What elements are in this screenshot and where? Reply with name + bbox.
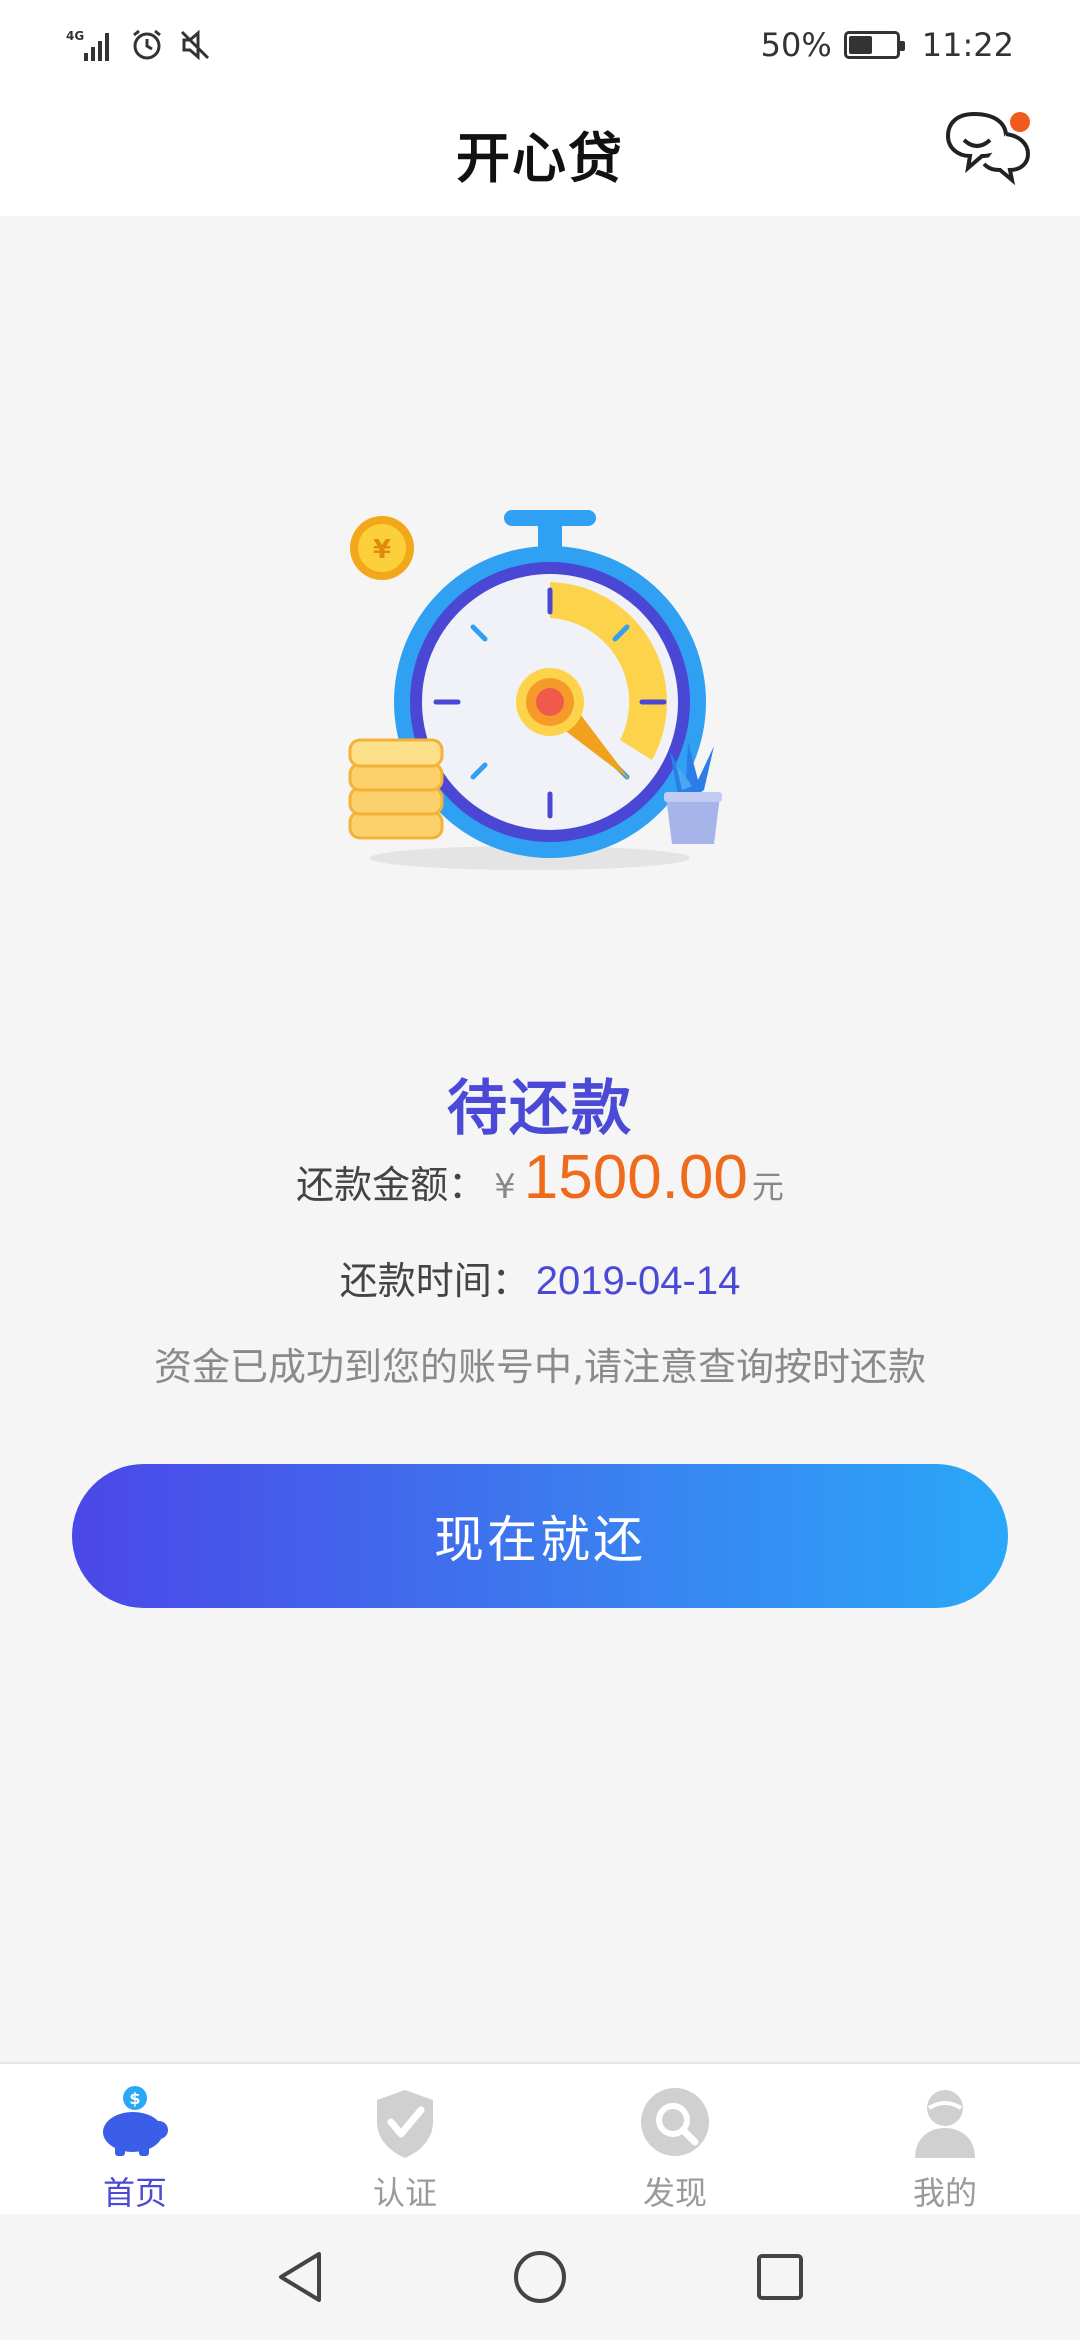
user-icon	[915, 2090, 975, 2158]
home-button[interactable]	[510, 2247, 570, 2307]
recents-square-icon	[757, 2254, 803, 2300]
repayment-amount: 1500.00	[523, 1143, 748, 1212]
nav-label-verify: 认证	[372, 2174, 437, 2212]
app-header: 开心贷	[0, 90, 1080, 216]
repay-now-button[interactable]: 现在就还	[72, 1464, 1008, 1608]
screen: 4G 50% 11:22 开心贷 ¥ 待还款 还款金额： ¥ 1500.00 元…	[0, 0, 1080, 2340]
discover-icon	[641, 2088, 709, 2156]
nav-label-mine: 我的	[912, 2174, 977, 2212]
piggy-bank-icon: $	[103, 2086, 168, 2156]
back-button[interactable]	[270, 2247, 330, 2307]
nav-item-discover[interactable]: 发现	[540, 2064, 810, 2214]
signal-icon: 4G	[66, 29, 109, 61]
svg-text:$: $	[129, 2089, 140, 2108]
repayment-status-title: 待还款	[447, 1074, 633, 1144]
home-circle-icon	[514, 2251, 566, 2303]
back-triangle-icon	[279, 2252, 321, 2302]
notice-text: 资金已成功到您的账号中,请注意查询按时还款	[153, 1345, 927, 1389]
system-nav-bar	[0, 2214, 1080, 2340]
clock: 11:22	[921, 26, 1014, 64]
shield-check-icon	[377, 2090, 433, 2158]
message-button[interactable]	[944, 106, 1036, 186]
bottom-nav: $ 首页 认证 发现 我的	[0, 2062, 1080, 2214]
nav-item-home[interactable]: $ 首页	[0, 2064, 270, 2214]
status-icons-right: 50% 11:22	[761, 26, 1014, 64]
battery-fill	[848, 36, 872, 54]
nav-label-discover: 发现	[642, 2174, 707, 2212]
page-title: 开心贷	[456, 126, 624, 190]
date-row: 还款时间： 2019-04-14	[0, 1250, 1080, 1310]
mute-icon	[180, 29, 210, 61]
status-icons-left: 4G	[66, 27, 212, 63]
notification-dot	[1010, 112, 1030, 132]
repayment-date: 2019-04-14	[535, 1259, 741, 1303]
recents-button[interactable]	[750, 2247, 810, 2307]
svg-text:¥: ¥	[373, 535, 391, 565]
coin-icon: ¥	[350, 516, 414, 580]
amount-row: 还款金额： ¥ 1500.00 元	[0, 1142, 1080, 1222]
nav-label-home: 首页	[102, 2174, 167, 2212]
currency-symbol: ¥	[494, 1167, 516, 1207]
nav-item-verify[interactable]: 认证	[270, 2064, 540, 2214]
chat-bubble-icon	[945, 111, 1031, 186]
amount-label: 还款金额：	[296, 1163, 487, 1207]
alarm-icon	[133, 29, 161, 60]
date-label: 还款时间：	[339, 1259, 530, 1303]
nav-item-mine[interactable]: 我的	[810, 2064, 1080, 2214]
svg-text:4G: 4G	[66, 29, 84, 43]
amount-unit: 元	[751, 1168, 784, 1206]
status-bar: 4G 50% 11:22	[0, 0, 1080, 90]
stopwatch-illustration: ¥	[348, 510, 722, 870]
coin-stack-icon	[348, 738, 444, 840]
battery-icon	[843, 31, 905, 59]
battery-percent: 50%	[760, 26, 832, 64]
